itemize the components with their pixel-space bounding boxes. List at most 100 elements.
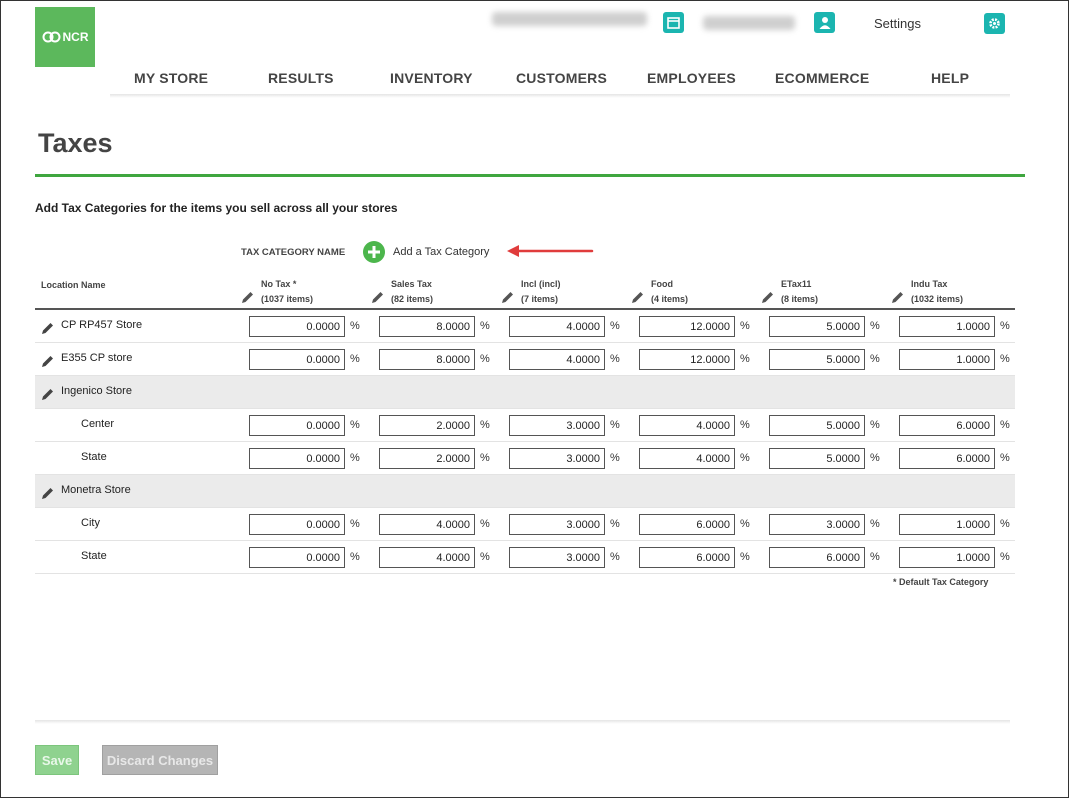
tax-rate-input[interactable]: [769, 316, 865, 337]
tax-rate-input[interactable]: [639, 316, 735, 337]
tax-rate-cell: %: [639, 415, 750, 436]
tax-rate-input[interactable]: [509, 514, 605, 535]
pencil-icon[interactable]: [371, 290, 385, 304]
percent-symbol: %: [480, 518, 490, 530]
nav-inventory[interactable]: INVENTORY: [390, 70, 473, 86]
tax-rate-input[interactable]: [639, 349, 735, 370]
tax-rate-input[interactable]: [639, 448, 735, 469]
tax-rate-input[interactable]: [899, 448, 995, 469]
percent-symbol: %: [740, 452, 750, 464]
settings-link[interactable]: Settings: [874, 16, 921, 31]
title-divider: [35, 174, 1025, 177]
tax-rate-input[interactable]: [249, 316, 345, 337]
page-intro: Add Tax Categories for the items you sel…: [35, 201, 398, 215]
tax-rate-input[interactable]: [249, 448, 345, 469]
pencil-icon[interactable]: [631, 290, 645, 304]
tax-rate-input[interactable]: [379, 316, 475, 337]
pencil-icon[interactable]: [241, 290, 255, 304]
ncr-logo-icon: [42, 31, 60, 43]
tax-rate-input[interactable]: [899, 547, 995, 568]
percent-symbol: %: [350, 551, 360, 563]
tax-rate-input[interactable]: [639, 547, 735, 568]
percent-symbol: %: [350, 452, 360, 464]
tax-rate-input[interactable]: [509, 448, 605, 469]
table-row: E355 CP store%%%%%%: [35, 343, 1015, 376]
add-tax-category-button[interactable]: [363, 241, 385, 263]
tax-rate-input[interactable]: [509, 547, 605, 568]
tax-rate-input[interactable]: [769, 349, 865, 370]
percent-symbol: %: [1000, 452, 1010, 464]
nav-my-store[interactable]: MY STORE: [134, 70, 208, 86]
tax-rate-cell: %: [249, 415, 360, 436]
tax-rate-input[interactable]: [379, 448, 475, 469]
percent-symbol: %: [870, 320, 880, 332]
percent-symbol: %: [350, 518, 360, 530]
nav-employees[interactable]: EMPLOYEES: [647, 70, 736, 86]
table-body: CP RP457 Store%%%%%%E355 CP store%%%%%%I…: [35, 310, 1015, 574]
nav-customers[interactable]: CUSTOMERS: [516, 70, 607, 86]
nav-help[interactable]: HELP: [931, 70, 969, 86]
tax-rate-input[interactable]: [379, 415, 475, 436]
nav-ecommerce[interactable]: ECOMMERCE: [775, 70, 869, 86]
save-button[interactable]: Save: [35, 745, 79, 775]
column-count: (1032 items): [911, 294, 964, 304]
add-tax-category-link[interactable]: Add a Tax Category: [393, 246, 489, 258]
tax-rate-input[interactable]: [899, 349, 995, 370]
percent-symbol: %: [740, 551, 750, 563]
tax-rate-cell: %: [899, 349, 1010, 370]
tax-rate-input[interactable]: [769, 514, 865, 535]
location-name: E355 CP store: [61, 352, 133, 364]
blurred-company-name: [492, 12, 647, 26]
tax-rate-input[interactable]: [509, 349, 605, 370]
store-group-row: Ingenico Store: [35, 376, 1015, 409]
tax-rate-input[interactable]: [249, 415, 345, 436]
tax-rate-input[interactable]: [769, 547, 865, 568]
tax-rate-input[interactable]: [899, 316, 995, 337]
tax-rate-input[interactable]: [769, 448, 865, 469]
tax-rate-input[interactable]: [509, 415, 605, 436]
tax-rate-cell: %: [509, 448, 620, 469]
tax-rate-input[interactable]: [899, 415, 995, 436]
tax-rate-input[interactable]: [249, 349, 345, 370]
percent-symbol: %: [870, 353, 880, 365]
tax-rate-cell: %: [899, 514, 1010, 535]
tax-rate-input[interactable]: [379, 547, 475, 568]
tax-rate-input[interactable]: [249, 514, 345, 535]
pencil-icon[interactable]: [761, 290, 775, 304]
pencil-icon[interactable]: [41, 486, 55, 500]
tax-rate-input[interactable]: [379, 349, 475, 370]
percent-symbol: %: [740, 419, 750, 431]
tax-table: Location Name No Tax * (1037 items) Sale…: [35, 276, 1015, 574]
tax-rate-input[interactable]: [899, 514, 995, 535]
discard-changes-button[interactable]: Discard Changes: [102, 745, 218, 775]
pencil-icon[interactable]: [891, 290, 905, 304]
tax-rate-input[interactable]: [249, 547, 345, 568]
pencil-icon[interactable]: [41, 354, 55, 368]
tax-rate-input[interactable]: [639, 415, 735, 436]
location-name: CP RP457 Store: [61, 319, 143, 331]
table-row: State%%%%%%: [35, 541, 1015, 574]
percent-symbol: %: [870, 419, 880, 431]
tax-rate-input[interactable]: [509, 316, 605, 337]
tax-rate-input[interactable]: [639, 514, 735, 535]
tax-category-name-label: TAX CATEGORY NAME: [241, 247, 346, 258]
tax-rate-input[interactable]: [769, 415, 865, 436]
tax-rate-cell: %: [899, 415, 1010, 436]
user-icon[interactable]: [814, 12, 835, 33]
tax-rate-cell: %: [769, 448, 880, 469]
gear-icon[interactable]: [984, 13, 1005, 34]
pencil-icon[interactable]: [41, 321, 55, 335]
table-row: State%%%%%%: [35, 442, 1015, 475]
pencil-icon[interactable]: [41, 387, 55, 401]
pencil-icon[interactable]: [501, 290, 515, 304]
percent-symbol: %: [610, 551, 620, 563]
nav-results[interactable]: RESULTS: [268, 70, 334, 86]
ncr-logo[interactable]: NCR: [35, 7, 95, 67]
tax-rate-cell: %: [769, 349, 880, 370]
tax-rate-input[interactable]: [379, 514, 475, 535]
store-icon[interactable]: [663, 12, 684, 33]
percent-symbol: %: [480, 419, 490, 431]
percent-symbol: %: [1000, 353, 1010, 365]
red-arrow-annotation: [507, 245, 594, 257]
tax-rate-cell: %: [249, 514, 360, 535]
